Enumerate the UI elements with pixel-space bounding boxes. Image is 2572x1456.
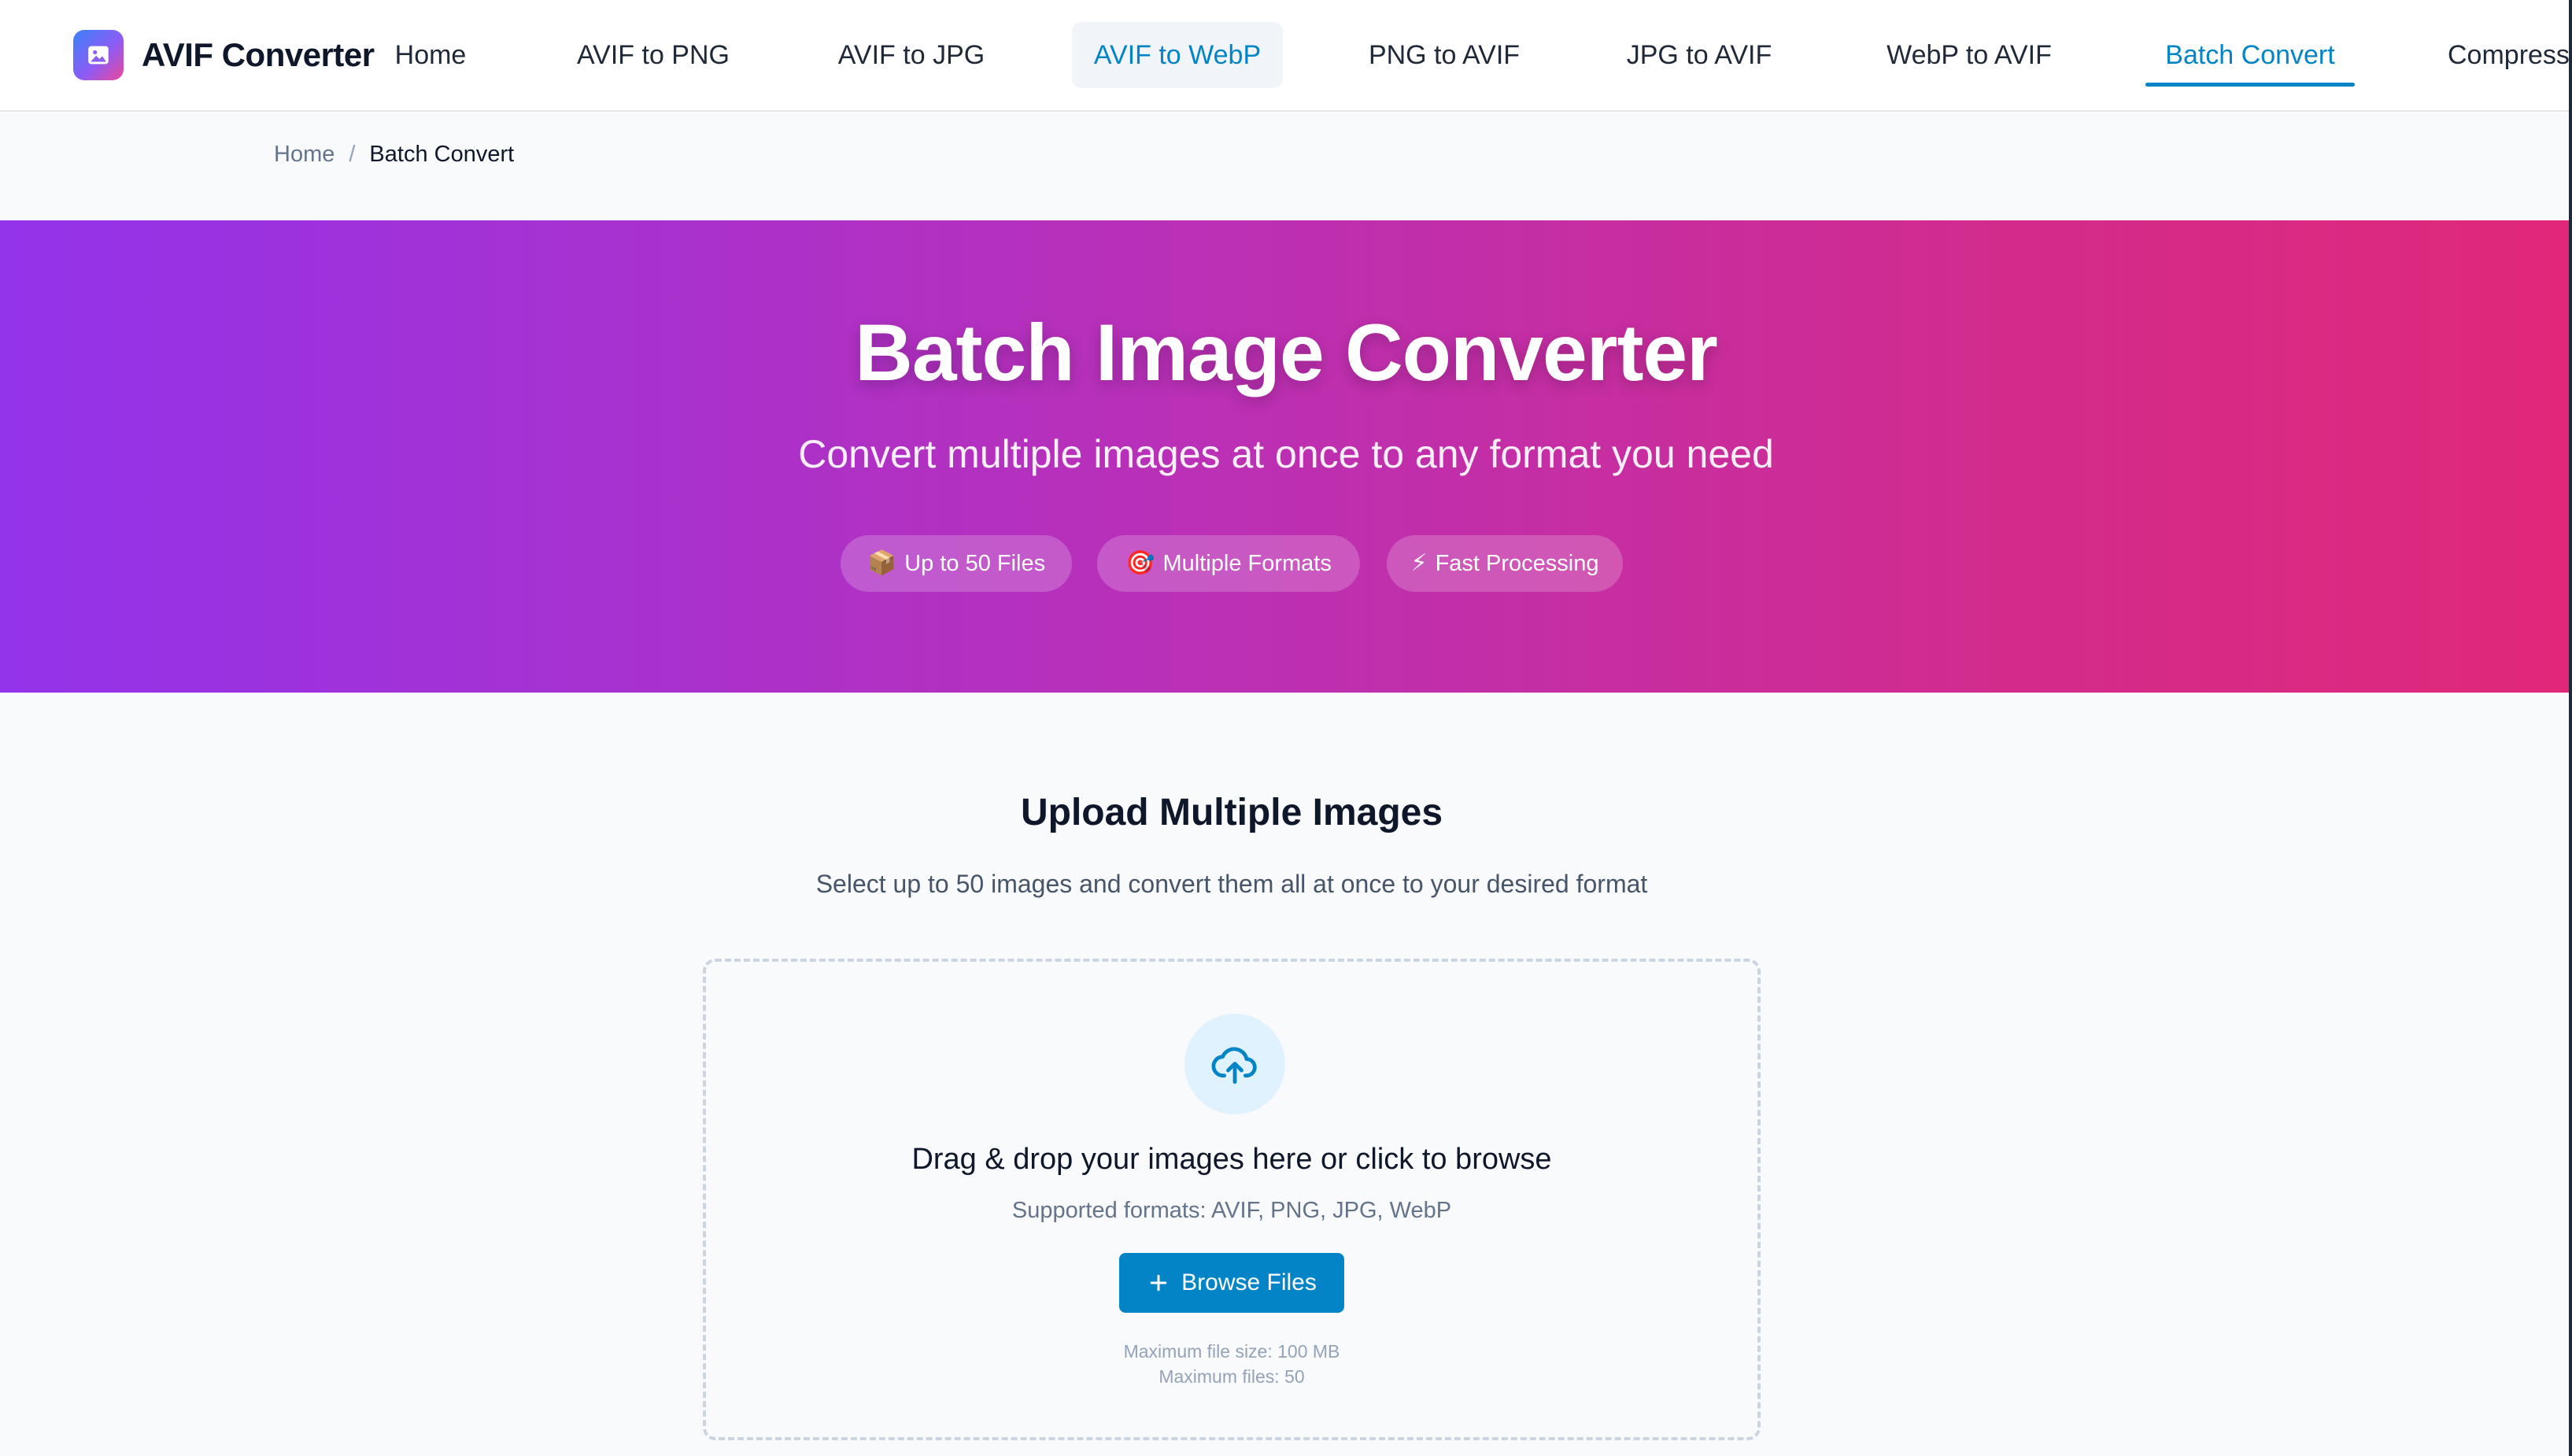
upload-section-title: Upload Multiple Images — [1020, 792, 1443, 833]
feature-badge-files: 📦 Up to 50 Files — [841, 535, 1072, 592]
nav-avif-to-png[interactable]: AVIF to PNG — [568, 22, 738, 88]
feature-badge-label: Up to 50 Files — [904, 550, 1046, 576]
feature-badge-label: Fast Processing — [1435, 550, 1599, 576]
nav-avif-to-jpg[interactable]: AVIF to JPG — [833, 22, 990, 88]
image-icon — [88, 46, 109, 65]
package-icon: 📦 — [867, 550, 897, 576]
dropzone-title: Drag & drop your images here or click to… — [911, 1143, 1552, 1176]
top-navigation-bar: AVIF Converter Home AVIF to PNG AVIF to … — [0, 0, 2572, 112]
nav-jpg-to-avif[interactable]: JPG to AVIF — [1621, 22, 1777, 88]
upload-section-subtitle: Select up to 50 images and convert them … — [815, 870, 1648, 898]
browse-files-button[interactable]: Browse Files — [1119, 1253, 1344, 1313]
lightning-icon: ⚡ — [1410, 550, 1428, 576]
feature-badge-label: Multiple Formats — [1162, 550, 1332, 576]
window-edge — [2569, 0, 2572, 1456]
breadcrumb-current: Batch Convert — [369, 142, 515, 167]
max-file-size: Maximum file size: 100 MB — [1123, 1341, 1340, 1362]
feature-badge-formats: 🎯 Multiple Formats — [1097, 535, 1360, 592]
page-title: Batch Image Converter — [855, 308, 1718, 397]
plus-icon — [1150, 1274, 1167, 1292]
file-dropzone[interactable]: Drag & drop your images here or click to… — [703, 959, 1761, 1440]
breadcrumb-home-link[interactable]: Home — [274, 142, 334, 167]
logo-image-icon[interactable] — [73, 30, 124, 80]
supported-formats: Supported formats: AVIF, PNG, JPG, WebP — [1011, 1198, 1452, 1223]
breadcrumb: Home / Batch Convert — [274, 135, 514, 173]
nav-png-to-avif[interactable]: PNG to AVIF — [1363, 22, 1525, 88]
feature-badge-speed: ⚡ Fast Processing — [1387, 535, 1623, 592]
nav-avif-to-webp[interactable]: AVIF to WebP — [1072, 22, 1283, 88]
brand-name[interactable]: AVIF Converter — [142, 30, 375, 80]
target-icon: 🎯 — [1125, 550, 1155, 576]
hero-banner: Batch Image Converter Convert multiple i… — [0, 220, 2572, 693]
browse-files-label: Browse Files — [1181, 1269, 1317, 1295]
cloud-upload-icon — [1184, 1014, 1285, 1114]
max-files: Maximum files: 50 — [1159, 1366, 1305, 1387]
breadcrumb-separator: / — [349, 142, 356, 167]
nav-webp-to-avif[interactable]: WebP to AVIF — [1873, 22, 2065, 88]
nav-home[interactable]: Home — [386, 22, 475, 88]
nav-batch-convert[interactable]: Batch Convert — [2145, 22, 2355, 88]
nav-compress[interactable]: Compress — [2448, 22, 2569, 88]
hero-subtitle: Convert multiple images at once to any f… — [798, 432, 1774, 476]
